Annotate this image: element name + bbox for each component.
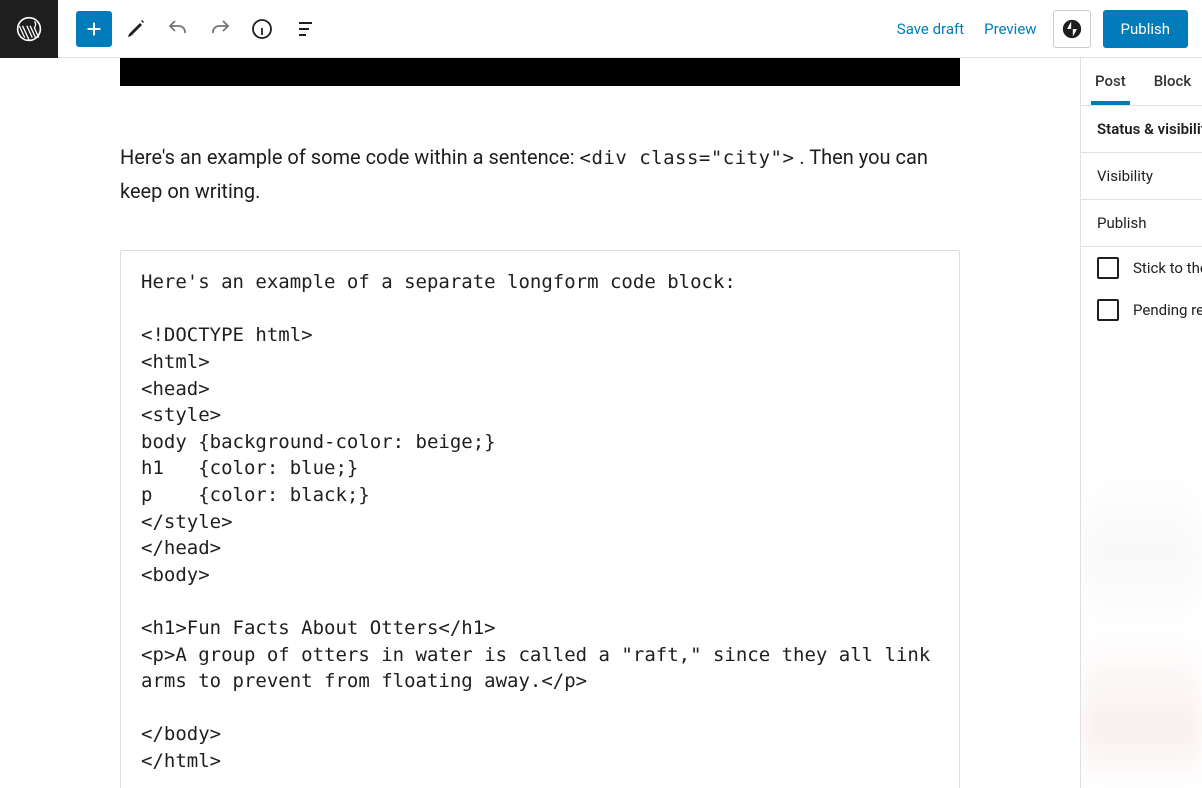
outline-icon[interactable] <box>286 11 322 47</box>
settings-sidebar: Post Block Status & visibility Visibilit… <box>1080 58 1202 788</box>
toolbar-right: Save draft Preview Publish <box>893 10 1202 48</box>
info-icon[interactable] <box>244 11 280 47</box>
jetpack-icon[interactable] <box>1053 10 1091 48</box>
sticky-label: Stick to the <box>1133 259 1202 277</box>
pending-row[interactable]: Pending revi <box>1081 289 1202 331</box>
topbar: Save draft Preview Publish <box>0 0 1202 58</box>
toolbar-left <box>58 11 322 47</box>
add-block-button[interactable] <box>76 11 112 47</box>
inline-code: <div class="city"> <box>580 147 795 169</box>
code-block[interactable]: Here's an example of a separate longform… <box>120 250 960 788</box>
workspace: Here's an example of some code within a … <box>0 58 1202 788</box>
wordpress-logo[interactable] <box>0 0 58 58</box>
redo-icon[interactable] <box>202 11 238 47</box>
visibility-row[interactable]: Visibility <box>1081 153 1202 200</box>
preview-button[interactable]: Preview <box>980 12 1040 46</box>
status-visibility-header[interactable]: Status & visibility <box>1081 106 1202 153</box>
tab-block[interactable]: Block <box>1140 58 1202 105</box>
editor-area[interactable]: Here's an example of some code within a … <box>0 58 1080 788</box>
edit-icon[interactable] <box>118 11 154 47</box>
sidebar-blurred-area <box>1081 398 1202 788</box>
paragraph-block[interactable]: Here's an example of some code within a … <box>120 140 960 208</box>
tab-post[interactable]: Post <box>1081 58 1140 105</box>
sticky-checkbox[interactable] <box>1097 257 1119 279</box>
save-draft-button[interactable]: Save draft <box>893 12 968 46</box>
black-block[interactable] <box>120 58 960 86</box>
paragraph-text-leading: Here's an example of some code within a … <box>120 145 580 169</box>
publish-row[interactable]: Publish <box>1081 200 1202 247</box>
undo-icon[interactable] <box>160 11 196 47</box>
pending-checkbox[interactable] <box>1097 299 1119 321</box>
sidebar-tabs: Post Block <box>1081 58 1202 106</box>
pending-label: Pending revi <box>1133 301 1202 319</box>
sticky-row[interactable]: Stick to the <box>1081 247 1202 289</box>
publish-button[interactable]: Publish <box>1103 10 1188 48</box>
